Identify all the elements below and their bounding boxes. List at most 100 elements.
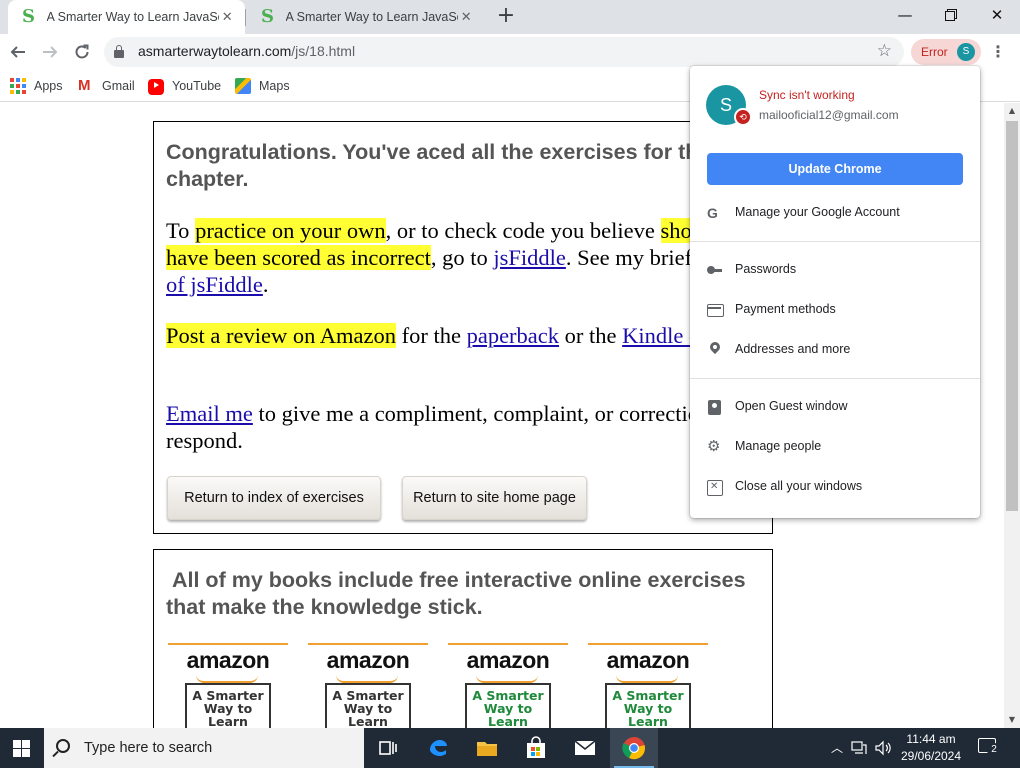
bookmark-star-icon[interactable]: ☆ (877, 41, 892, 61)
highlighted-text: Post a review on Amazon (166, 323, 396, 348)
menu-item-close-all-windows[interactable]: Close all your windows (690, 467, 980, 507)
minimize-button[interactable]: — (882, 0, 928, 30)
task-view-button[interactable] (364, 728, 412, 768)
chrome-icon (622, 737, 645, 760)
start-button[interactable] (0, 728, 44, 768)
youtube-icon (148, 79, 164, 95)
address-bar[interactable]: asmarterwaytolearn.com/js/18.html ☆ (104, 37, 904, 67)
google-g-icon: G (707, 205, 718, 221)
close-window-icon (707, 479, 723, 496)
chrome-menu-icon[interactable]: ⋮ (990, 43, 1006, 61)
gmail-icon: M (78, 77, 91, 94)
tab-separator (245, 9, 246, 26)
amazon-logo: amazon (186, 647, 270, 673)
book-python[interactable]: amazon A Smarter Way to Learn Python (308, 643, 428, 728)
windows-taskbar: Type here to search ︿ 11:44 am 29/06/202… (0, 728, 1020, 768)
paperback-link[interactable]: paperback (467, 323, 559, 348)
book-cover: A Smarter Way to Learn JavaScript (185, 683, 271, 728)
back-button[interactable] (6, 40, 30, 64)
back-arrow-icon (10, 46, 25, 58)
bookmark-maps[interactable]: Maps (235, 76, 290, 96)
congrats-box: Congratulations. You've aced all the exe… (153, 121, 773, 534)
profile-menu: S ⟲ Sync isn't working mailooficial12@gm… (690, 66, 980, 518)
mail-icon (574, 740, 596, 755)
tab-1[interactable]: S A Smarter Way to Learn JavaScrip ✕ (8, 0, 245, 34)
close-tab-icon[interactable]: ✕ (458, 10, 474, 25)
bookmark-gmail[interactable]: M Gmail (78, 76, 135, 96)
book-cover: A Smarter Way to Learn jQuery (605, 683, 691, 728)
forward-button[interactable] (38, 40, 62, 64)
menu-item-manage-people[interactable]: ⚙ Manage people (690, 427, 980, 467)
bookmark-youtube[interactable]: YouTube (148, 76, 221, 96)
scroll-down-arrow-icon[interactable]: ▼ (1004, 712, 1020, 728)
bookmark-label: Apps (34, 79, 63, 93)
jsfiddle-link[interactable]: jsFiddle (493, 245, 566, 270)
tab-title: A Smarter Way to Learn JavaScrip (285, 10, 459, 24)
amazon-logo: amazon (326, 647, 410, 673)
book-cover: A Smarter Way to Learn Python (325, 683, 411, 728)
congrats-heading: Congratulations. You've aced all the exe… (166, 140, 717, 191)
store-button[interactable] (512, 728, 560, 768)
guest-badge-icon (707, 399, 723, 415)
email-paragraph: Email me to give me a compliment, compla… (166, 401, 746, 453)
credit-card-icon (707, 302, 724, 318)
lock-icon[interactable] (114, 45, 124, 58)
menu-divider (690, 241, 980, 242)
return-to-home-button[interactable]: Return to site home page (402, 476, 587, 520)
book-jquery[interactable]: amazon A Smarter Way to Learn jQuery (588, 643, 708, 728)
show-hidden-icons-icon[interactable]: ︿ (831, 739, 843, 756)
amazon-smile-icon (336, 675, 398, 683)
mail-button[interactable] (561, 728, 609, 768)
close-window-button[interactable]: ✕ (974, 0, 1020, 30)
menu-item-payment-methods[interactable]: Payment methods (690, 290, 980, 330)
book-html[interactable]: amazon A Smarter Way to Learn HTML (448, 643, 568, 728)
edge-browser-button[interactable] (414, 728, 462, 768)
scrollbar-thumb[interactable] (1006, 121, 1018, 511)
bookmark-apps[interactable]: Apps (10, 76, 63, 96)
network-icon[interactable] (851, 741, 867, 755)
sync-status[interactable]: Sync isn't working (759, 88, 855, 102)
menu-item-manage-google-account[interactable]: G Manage your Google Account (690, 193, 980, 233)
scroll-up-arrow-icon[interactable]: ▲ (1004, 103, 1020, 119)
profile-avatar: S (957, 43, 975, 61)
url-text[interactable]: asmarterwaytolearn.com/js/18.html (138, 43, 355, 59)
email-me-link[interactable]: Email me (166, 401, 253, 426)
gear-icon: ⚙ (707, 438, 721, 455)
maps-icon (235, 78, 251, 94)
sync-error-icon: ⟲ (734, 108, 752, 126)
new-tab-button[interactable]: + (494, 5, 518, 29)
book-javascript[interactable]: amazon A Smarter Way to Learn JavaScript (168, 643, 288, 728)
site-favicon-icon: S (261, 6, 274, 27)
taskbar-search-box[interactable]: Type here to search (44, 728, 364, 768)
amazon-logo: amazon (466, 647, 550, 673)
tab-strip: S A Smarter Way to Learn JavaScrip ✕ S A… (0, 0, 1020, 34)
browser-toolbar: asmarterwaytolearn.com/js/18.html ☆ Erro… (0, 34, 1020, 70)
chrome-taskbar-button[interactable] (610, 728, 658, 768)
books-box: All of my books include free interactive… (153, 549, 773, 728)
menu-item-label: Addresses and more (735, 342, 851, 356)
menu-item-label: Manage people (735, 439, 822, 453)
update-chrome-button[interactable]: Update Chrome (707, 153, 963, 185)
profile-error-chip[interactable]: Error S (911, 39, 981, 65)
account-email: mailooficial12@gmail.com (759, 108, 899, 122)
close-tab-icon[interactable]: ✕ (219, 10, 235, 25)
page-scrollbar[interactable]: ▲ ▼ (1004, 103, 1020, 728)
tab-2[interactable]: S A Smarter Way to Learn JavaScrip ✕ (247, 0, 484, 34)
menu-item-open-guest-window[interactable]: Open Guest window (690, 387, 980, 427)
action-center-button[interactable]: 2 (976, 736, 1002, 760)
highlighted-text: practice on your own (195, 218, 386, 243)
reload-button[interactable] (70, 40, 94, 64)
menu-item-addresses[interactable]: Addresses and more (690, 330, 980, 370)
menu-item-label: Close all your windows (735, 479, 863, 493)
taskbar-clock[interactable]: 11:44 am 29/06/2024 (898, 731, 964, 765)
volume-icon[interactable] (875, 740, 891, 756)
menu-item-label: Open Guest window (735, 399, 848, 413)
file-explorer-button[interactable] (463, 728, 511, 768)
windows-logo-icon (13, 740, 30, 757)
menu-item-passwords[interactable]: Passwords (690, 250, 980, 290)
return-to-index-button[interactable]: Return to index of exercises (167, 476, 381, 520)
search-placeholder: Type here to search (84, 740, 213, 756)
restore-button[interactable] (928, 0, 974, 30)
amazon-smile-icon (616, 675, 678, 683)
books-heading: All of my books include free interactive… (166, 568, 746, 619)
